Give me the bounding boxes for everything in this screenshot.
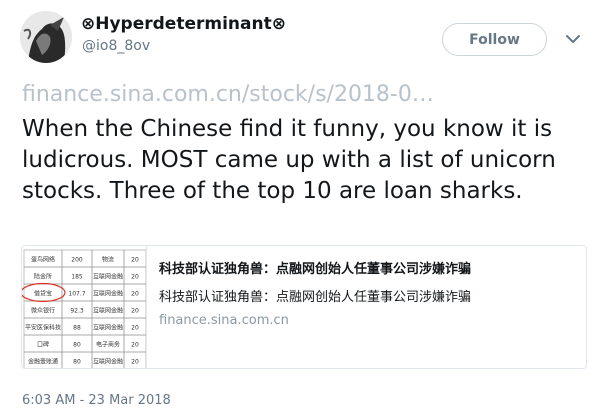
thumb-table-text: 80 bbox=[73, 342, 81, 349]
thumb-table-text: 借贷宝 bbox=[34, 290, 52, 298]
thumb-table-text: 陆金所 bbox=[34, 273, 52, 281]
display-name[interactable]: ⊗Hyperdeterminant⊗ bbox=[81, 14, 286, 34]
follow-button[interactable]: Follow bbox=[442, 23, 547, 56]
thumb-table-text: 80 bbox=[73, 359, 81, 366]
card-domain: finance.sina.com.cn bbox=[159, 313, 289, 328]
tweet-text: When the Chinese find it funny, you know… bbox=[22, 116, 556, 204]
card-description: 科技部认证独角兽：点融网创始人任董事公司涉嫌诈骗 bbox=[159, 290, 472, 305]
thumb-table-text: 互联网金融 bbox=[93, 273, 123, 281]
thumb-table-text: 口碑 bbox=[37, 341, 49, 349]
thumb-table-text: 20 bbox=[131, 291, 139, 298]
link-card[interactable]: 蛋鸟网络 200 物流 20 陆金所 185 互联网金融 20 借贷宝 107.7 互联网金融 20 微… bbox=[21, 245, 587, 369]
thumb-table-text: 20 bbox=[131, 257, 139, 264]
thumb-table-text: 电子商务 bbox=[96, 341, 120, 349]
card-title: 科技部认证独角兽：点融网创始人任董事公司涉嫌诈骗 bbox=[159, 262, 472, 277]
thumb-table-text: 互联网金融 bbox=[93, 324, 123, 332]
thumb-table-text: 20 bbox=[131, 325, 139, 332]
avatar[interactable] bbox=[20, 11, 72, 63]
thumb-table-text: 20 bbox=[131, 274, 139, 281]
thumb-table-text: 88 bbox=[73, 325, 81, 332]
tweet-timestamp[interactable]: 6:03 AM - 23 Mar 2018 bbox=[22, 393, 171, 408]
chevron-down-icon[interactable] bbox=[564, 30, 582, 48]
thumb-table-text: 互联网金融 bbox=[93, 307, 123, 315]
thumb-table-text: 20 bbox=[131, 342, 139, 349]
thumb-table-text: 20 bbox=[131, 308, 139, 315]
user-handle[interactable]: @io8_8ov bbox=[82, 38, 150, 54]
thumb-table-text: 185 bbox=[71, 274, 83, 281]
thumb-table-text: 金融壹账通 bbox=[28, 358, 58, 366]
card-thumbnail-table: 蛋鸟网络 200 物流 20 陆金所 185 互联网金融 20 借贷宝 107.7 互联网金融 20 微… bbox=[22, 249, 147, 368]
thumb-table-text: 微众银行 bbox=[31, 307, 55, 315]
card-thumbnail: 蛋鸟网络 200 物流 20 陆金所 185 互联网金融 20 借贷宝 107.7 互联网金融 20 微… bbox=[22, 246, 147, 368]
tweet-link[interactable]: finance.sina.com.cn/stock/s/2018-0… bbox=[22, 82, 434, 107]
thumb-table-text: 20 bbox=[131, 359, 139, 366]
thumb-table-text: 物流 bbox=[102, 256, 114, 264]
thumb-table-text: 107.7 bbox=[68, 291, 85, 298]
avatar-image bbox=[20, 11, 72, 63]
thumb-table-text: 200 bbox=[71, 257, 83, 264]
thumb-table-text: 蛋鸟网络 bbox=[31, 256, 55, 264]
thumb-table-text: 互联网金融 bbox=[93, 358, 123, 366]
thumb-table-text: 平安医保科技 bbox=[25, 324, 61, 332]
thumb-table-text: 互联网金融 bbox=[93, 290, 123, 298]
thumb-table-text: 92.3 bbox=[70, 308, 84, 315]
